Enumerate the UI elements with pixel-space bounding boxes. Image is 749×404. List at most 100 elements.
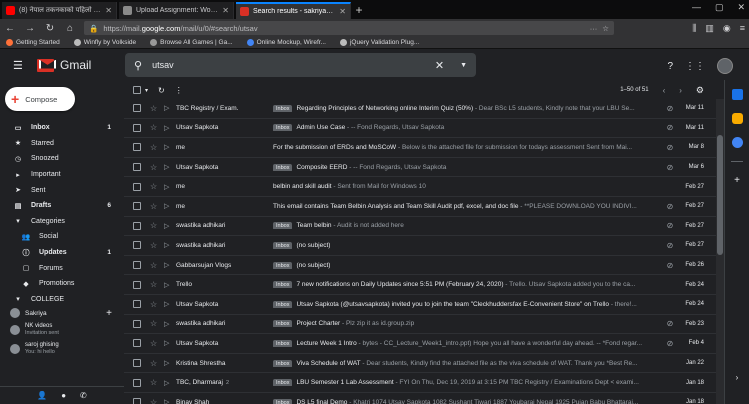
- important-marker-icon[interactable]: ▷: [164, 359, 176, 367]
- clear-search-icon[interactable]: ✕: [435, 59, 444, 72]
- browser-tab[interactable]: (8) नेपाल तकनकाको पहिलो विदे ✕: [2, 2, 117, 19]
- keep-icon[interactable]: [731, 113, 743, 124]
- star-icon[interactable]: ☆: [150, 182, 164, 191]
- back-icon[interactable]: ←: [4, 23, 16, 34]
- refresh-icon[interactable]: ↻: [158, 86, 165, 95]
- mail-row[interactable]: ☆ ▷ swastika adhikari Inbox Project Charter …: [124, 315, 716, 335]
- star-icon[interactable]: ☆: [150, 398, 164, 404]
- select-dropdown-icon[interactable]: ▾: [145, 87, 148, 94]
- inbox-badge[interactable]: Inbox: [273, 163, 293, 171]
- settings-gear-icon[interactable]: ⚙: [696, 85, 704, 96]
- star-icon[interactable]: ☆: [150, 104, 164, 113]
- hangouts-user[interactable]: Sakriya +: [0, 306, 124, 320]
- search-bar[interactable]: ⚲ utsav ✕ ▼: [125, 53, 476, 77]
- row-checkbox[interactable]: [133, 202, 141, 211]
- important-marker-icon[interactable]: ▷: [164, 163, 176, 171]
- important-marker-icon[interactable]: ▷: [164, 320, 176, 328]
- sidebar-item-starred[interactable]: ★ Starred: [0, 136, 124, 152]
- attachment-icon[interactable]: ⊘: [664, 221, 676, 230]
- bookmark-item[interactable]: Winfly by Volkside: [73, 39, 136, 46]
- search-icon[interactable]: ⚲: [134, 59, 142, 72]
- reload-icon[interactable]: ↻: [44, 23, 56, 34]
- tasks-icon[interactable]: [731, 137, 743, 148]
- home-icon[interactable]: ⌂: [64, 23, 76, 34]
- star-icon[interactable]: ☆: [150, 163, 164, 172]
- inbox-badge[interactable]: Inbox: [273, 261, 293, 269]
- attachment-icon[interactable]: ⊘: [664, 202, 676, 211]
- important-marker-icon[interactable]: ▷: [164, 379, 176, 387]
- row-checkbox[interactable]: [133, 378, 141, 387]
- attachment-icon[interactable]: ⊘: [664, 143, 676, 152]
- row-checkbox[interactable]: [133, 261, 141, 270]
- important-marker-icon[interactable]: ▷: [164, 398, 176, 404]
- add-contact-icon[interactable]: +: [106, 308, 112, 319]
- mail-row[interactable]: ☆ ▷ Utsav Sapkota Inbox Utsav Sapkota (@utsa…: [124, 295, 716, 315]
- select-all-checkbox[interactable]: [133, 86, 141, 94]
- forward-icon[interactable]: →: [24, 23, 36, 34]
- important-marker-icon[interactable]: ▷: [164, 143, 176, 151]
- row-checkbox[interactable]: [133, 300, 141, 309]
- sidebar-item-inbox[interactable]: ▭ Inbox 1: [0, 120, 124, 136]
- row-checkbox[interactable]: [133, 319, 141, 328]
- mail-row[interactable]: ☆ ▷ me This email contains Team Belbin Anal…: [124, 197, 716, 217]
- star-icon[interactable]: ☆: [150, 221, 164, 230]
- help-icon[interactable]: ?: [667, 61, 673, 72]
- sidebar-item-categories[interactable]: ▾ Categories: [0, 214, 124, 230]
- star-icon[interactable]: ☆: [150, 241, 164, 250]
- important-marker-icon[interactable]: ▷: [164, 222, 176, 230]
- star-icon[interactable]: ☆: [150, 280, 164, 289]
- attachment-icon[interactable]: ⊘: [664, 163, 676, 172]
- inbox-badge[interactable]: Inbox: [273, 379, 293, 387]
- star-icon[interactable]: ☆: [150, 300, 164, 309]
- compose-button[interactable]: + Compose: [5, 87, 75, 111]
- inbox-badge[interactable]: Inbox: [273, 281, 293, 289]
- attachment-icon[interactable]: ⊘: [664, 319, 676, 328]
- apps-grid-icon[interactable]: ⋮⋮: [685, 61, 705, 72]
- bookmark-item[interactable]: Online Mockup, Wirefr...: [246, 39, 326, 46]
- sidebar-item-college[interactable]: ▾ COLLEGE: [0, 292, 124, 308]
- mail-row[interactable]: ☆ ▷ swastika adhikari Inbox Team belbin - Au…: [124, 217, 716, 237]
- mail-row[interactable]: ☆ ▷ Kristina Shrestha Inbox Viva Schedule of…: [124, 354, 716, 374]
- star-icon[interactable]: ☆: [150, 202, 164, 211]
- attachment-icon[interactable]: ⊘: [664, 339, 676, 348]
- scrollbar-thumb[interactable]: [717, 135, 723, 255]
- important-marker-icon[interactable]: ▷: [164, 104, 176, 112]
- star-icon[interactable]: ☆: [150, 261, 164, 270]
- bookmark-item[interactable]: Getting Started: [6, 39, 60, 46]
- phone-icon[interactable]: ✆: [80, 391, 87, 400]
- mail-row[interactable]: ☆ ▷ TBC Registry / Exam. Inbox Regarding Pri…: [124, 99, 716, 119]
- inbox-badge[interactable]: Inbox: [273, 104, 293, 112]
- extension-icon[interactable]: ◉: [723, 23, 731, 34]
- contacts-icon[interactable]: 👤: [37, 391, 47, 400]
- star-icon[interactable]: ☆: [150, 123, 164, 132]
- inbox-badge[interactable]: Inbox: [273, 241, 293, 249]
- mail-row[interactable]: ☆ ▷ Binay Shah Inbox DS L5 final Demo - Khat…: [124, 393, 716, 404]
- bookmark-item[interactable]: Browse All Games | Ga...: [150, 39, 233, 46]
- sidebar-item-promotions[interactable]: ◆ Promotions: [0, 276, 124, 292]
- main-menu-icon[interactable]: ☰: [13, 59, 27, 72]
- attachment-icon[interactable]: ⊘: [664, 123, 676, 132]
- url-bar[interactable]: 🔒 https://mail.google.com/mail/u/0/#sear…: [84, 21, 614, 35]
- important-marker-icon[interactable]: ▷: [164, 202, 176, 210]
- important-marker-icon[interactable]: ▷: [164, 261, 176, 269]
- url-text[interactable]: https://mail.google.com/mail/u/0/#search…: [103, 24, 584, 33]
- page-actions-icon[interactable]: ···: [590, 24, 598, 33]
- star-icon[interactable]: ☆: [150, 319, 164, 328]
- browser-tab[interactable]: Search results - sakriya33@gm ✕: [236, 2, 351, 19]
- sidebar-item-forums[interactable]: ▢ Forums: [0, 260, 124, 276]
- library-icon[interactable]: ⫼: [692, 23, 696, 34]
- mail-row[interactable]: ☆ ▷ swastika adhikari Inbox (no subject) ⊘ Feb…: [124, 236, 716, 256]
- new-tab-button[interactable]: +: [351, 2, 367, 19]
- maximize-icon[interactable]: ▢: [715, 2, 724, 13]
- tab-close-icon[interactable]: ✕: [339, 7, 346, 16]
- row-checkbox[interactable]: [133, 241, 141, 250]
- mail-row[interactable]: ☆ ▷ Utsav Sapkota Inbox Composite EERD - -- …: [124, 158, 716, 178]
- important-marker-icon[interactable]: ▷: [164, 241, 176, 249]
- inbox-badge[interactable]: Inbox: [273, 300, 293, 308]
- gmail-logo[interactable]: Gmail: [37, 58, 91, 72]
- hangouts-contact[interactable]: saroj ghising You: hi hello: [0, 339, 124, 358]
- hide-panel-chevron-icon[interactable]: ›: [736, 373, 739, 382]
- sidebar-item-social[interactable]: 👥 Social: [0, 229, 124, 245]
- next-page-icon[interactable]: ›: [679, 86, 682, 95]
- attachment-icon[interactable]: ⊘: [664, 261, 676, 270]
